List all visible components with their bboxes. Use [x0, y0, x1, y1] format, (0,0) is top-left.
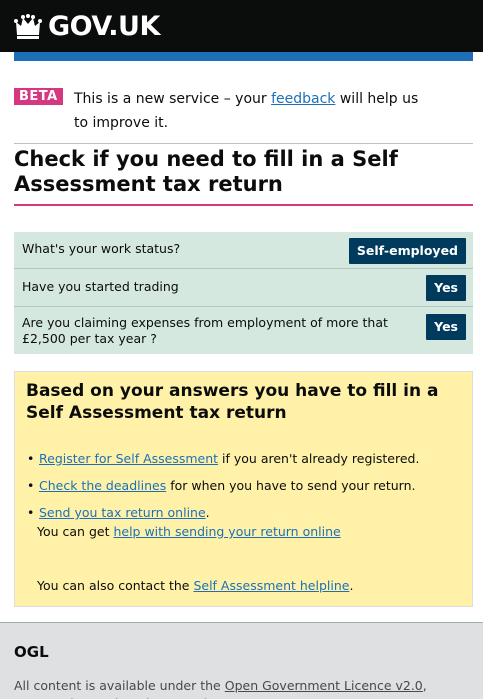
ogl-logo-icon: OGL [14, 643, 49, 659]
contact-text-before: You can also contact the [37, 578, 194, 593]
result-panel: Based on your answers you have to fill i… [14, 371, 473, 607]
helpline-link[interactable]: Self Assessment helpline [193, 578, 349, 593]
answer-row: Are you claiming expenses from employmen… [14, 307, 473, 354]
help-text: You can get help with sending your retur… [37, 524, 341, 539]
list-item: Check the deadlines for when you have to… [27, 472, 419, 499]
list-item-text: if you aren't already registered. [218, 451, 420, 466]
site-header: GOV.UK [0, 0, 483, 52]
question-label: Are you claiming expenses from employmen… [22, 315, 388, 346]
beta-text-before: This is a new service – your [74, 91, 272, 107]
register-link[interactable]: Register for Self Assessment [39, 451, 218, 466]
answer-button[interactable]: Self-employed [348, 238, 466, 264]
page-title: Check if you need to fill in a Self Asse… [14, 147, 398, 196]
ogl-logo-text: OGL [14, 643, 49, 659]
title-underline [14, 204, 473, 206]
beta-tag: BETA [14, 88, 63, 105]
licence-link[interactable]: Open Government Licence v2.0 [225, 678, 423, 693]
contact-text: You can also contact the Self Assessment… [37, 578, 353, 593]
contact-text-after: . [349, 578, 354, 593]
licence-text-before: All content is available under the [14, 678, 225, 693]
divider [14, 143, 473, 144]
answer-row: What's your work status? Self-employed [14, 232, 473, 269]
header-blue-bar [14, 52, 473, 61]
list-item: Register for Self Assessment if you aren… [27, 445, 419, 472]
govuk-logo[interactable]: GOV.UK [14, 10, 160, 42]
site-footer: OGL All content is available under the O… [0, 622, 483, 699]
logo-text: GOV.UK [48, 10, 160, 42]
beta-message: This is a new service – your feedback wi… [74, 87, 424, 135]
help-text-before: You can get [37, 524, 114, 539]
answer-button[interactable]: Yes [426, 314, 466, 340]
crown-icon [14, 14, 42, 39]
feedback-link[interactable]: feedback [271, 91, 335, 107]
answer-button[interactable]: Yes [426, 275, 466, 301]
list-item: Send you tax return online. [27, 499, 419, 526]
answer-row: Have you started trading Yes [14, 269, 473, 307]
licence-text: All content is available under the Open … [14, 677, 464, 699]
result-heading: Based on your answers you have to fill i… [26, 381, 439, 423]
answers-summary: What's your work status? Self-employed H… [14, 232, 473, 354]
help-link[interactable]: help with sending your return online [113, 524, 340, 539]
list-item-text: . [205, 505, 210, 520]
result-list: Register for Self Assessment if you aren… [27, 445, 419, 526]
deadlines-link[interactable]: Check the deadlines [39, 478, 166, 493]
question-label: Have you started trading [22, 279, 179, 294]
send-return-link[interactable]: Send you tax return online [39, 505, 206, 520]
list-item-text: for when you have to send your return. [166, 478, 416, 493]
